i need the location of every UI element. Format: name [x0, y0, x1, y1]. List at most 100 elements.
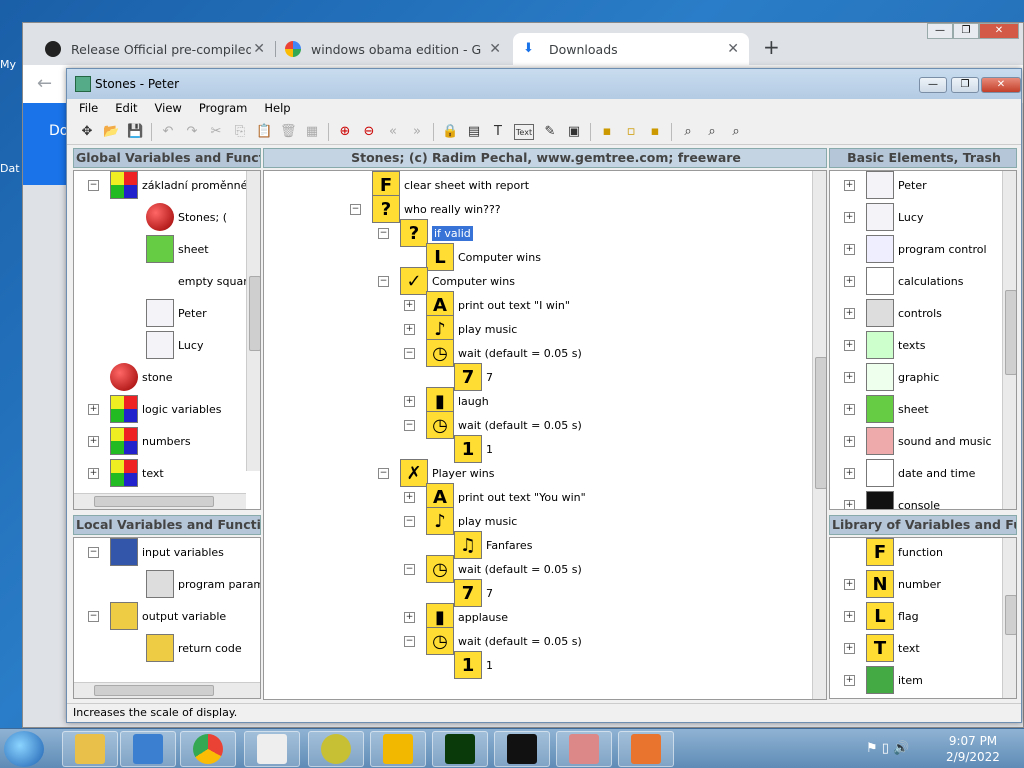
horizontal-scrollbar[interactable]: [74, 493, 246, 509]
expand-icon[interactable]: +: [404, 300, 415, 311]
menu-view[interactable]: View: [155, 99, 182, 119]
unlock-yellow-icon[interactable]: ▫: [623, 124, 639, 140]
close-icon[interactable]: ✕: [727, 41, 739, 57]
tree-item[interactable]: program parame: [146, 570, 260, 598]
tree-item[interactable]: text: [110, 459, 164, 487]
edit-picture-icon[interactable]: ✎: [542, 124, 558, 140]
collapse-icon[interactable]: −: [404, 420, 415, 431]
expand-icon[interactable]: +: [844, 180, 855, 191]
collapse-icon[interactable]: −: [404, 564, 415, 575]
cut-icon[interactable]: ✂: [208, 124, 224, 140]
browser-tab[interactable]: windows obama edition - Googl ✕: [275, 33, 511, 65]
tree-item[interactable]: Stones; (: [146, 203, 227, 231]
lock-yellow-icon[interactable]: ▪: [599, 124, 615, 140]
oscilloscope-taskbar-icon[interactable]: [432, 731, 488, 767]
collapse-icon[interactable]: −: [404, 636, 415, 647]
tree-item[interactable]: item: [866, 666, 923, 694]
horizontal-scrollbar[interactable]: [74, 682, 260, 698]
collapse-icon[interactable]: −: [350, 204, 361, 215]
system-tray[interactable]: ⚑ ▯ 🔊: [866, 741, 909, 756]
vertical-scrollbar[interactable]: [1002, 171, 1016, 509]
tree-item[interactable]: program control: [866, 235, 987, 263]
save-icon[interactable]: 💾: [127, 124, 143, 140]
tree-item[interactable]: Lucy: [146, 331, 203, 359]
picture-icon[interactable]: ▣: [566, 124, 582, 140]
collapse-icon[interactable]: −: [404, 348, 415, 359]
collapse-icon[interactable]: −: [88, 547, 99, 558]
expand-icon[interactable]: +: [404, 396, 415, 407]
menu-file[interactable]: File: [79, 99, 98, 119]
expand-icon[interactable]: +: [844, 436, 855, 447]
find-prev-icon[interactable]: ⌕: [704, 124, 720, 140]
scroll-thumb[interactable]: [1005, 594, 1016, 636]
tree-item[interactable]: empty squar: [146, 267, 248, 295]
scroll-thumb[interactable]: [815, 356, 826, 489]
zoom-in-icon[interactable]: ⊕: [337, 124, 353, 140]
vertical-scrollbar[interactable]: [812, 171, 826, 699]
scroll-thumb[interactable]: [94, 685, 214, 696]
maximize-button[interactable]: ❐: [951, 77, 979, 93]
tree-item[interactable]: date and time: [866, 459, 975, 487]
tree-item[interactable]: Ttext: [866, 634, 920, 662]
back-icon[interactable]: ←: [37, 73, 52, 94]
tree-item[interactable]: controls: [866, 299, 942, 327]
collapse-icon[interactable]: −: [88, 611, 99, 622]
tree-item[interactable]: console: [866, 491, 940, 509]
expand-icon[interactable]: +: [844, 611, 855, 622]
collapse-icon[interactable]: −: [378, 468, 389, 479]
chrome-taskbar-icon[interactable]: [180, 731, 236, 767]
rewind-icon[interactable]: «: [385, 124, 401, 140]
open-icon[interactable]: 📂: [103, 124, 119, 140]
expand-icon[interactable]: +: [844, 404, 855, 415]
lock-icon[interactable]: 🔒: [442, 124, 458, 140]
tree-item[interactable]: output variable: [110, 602, 226, 630]
text-edit-icon[interactable]: T: [490, 124, 506, 140]
scroll-thumb[interactable]: [1005, 290, 1016, 375]
new-icon[interactable]: ✥: [79, 124, 95, 140]
close-icon[interactable]: ✕: [489, 41, 501, 57]
collapse-icon[interactable]: −: [378, 276, 389, 287]
tree-item[interactable]: Nnumber: [866, 570, 941, 598]
number-taskbar-icon[interactable]: [618, 731, 674, 767]
tree-item[interactable]: sound and music: [866, 427, 992, 455]
zoom-out-icon[interactable]: ⊖: [361, 124, 377, 140]
find-next-icon[interactable]: ⌕: [728, 124, 744, 140]
expand-icon[interactable]: +: [844, 244, 855, 255]
tree-item[interactable]: numbers: [110, 427, 191, 455]
browser-tab[interactable]: Release Official pre-compiled ins ✕: [35, 33, 275, 65]
tree-item[interactable]: graphic: [866, 363, 939, 391]
copy-icon[interactable]: ⎘: [232, 124, 248, 140]
app-taskbar-icon[interactable]: [308, 731, 364, 767]
tree-item[interactable]: ◷ wait (default = 0.05 s): [426, 627, 582, 655]
tree-item[interactable]: Lflag: [866, 602, 919, 630]
minimize-button[interactable]: —: [927, 23, 953, 39]
vertical-scrollbar[interactable]: [246, 171, 260, 471]
tree-item[interactable]: Peter: [146, 299, 207, 327]
tree-item[interactable]: sheet: [866, 395, 929, 423]
select-icon[interactable]: ▦: [304, 124, 320, 140]
collapse-icon[interactable]: −: [378, 228, 389, 239]
expand-icon[interactable]: +: [844, 340, 855, 351]
forward-icon[interactable]: »: [409, 124, 425, 140]
peter-taskbar-icon[interactable]: [244, 731, 300, 767]
expand-icon[interactable]: +: [844, 308, 855, 319]
expand-icon[interactable]: +: [88, 436, 99, 447]
lock-all-icon[interactable]: ▪: [647, 124, 663, 140]
clock[interactable]: 9:07 PM 2/9/2022: [946, 733, 1000, 765]
tree-item[interactable]: základní proměnné a: [110, 171, 258, 199]
tree-item[interactable]: ◷ wait (default = 0.05 s): [426, 555, 582, 583]
cross-taskbar-icon[interactable]: [556, 731, 612, 767]
tree-item[interactable]: ◷ wait (default = 0.05 s): [426, 411, 582, 439]
expand-icon[interactable]: +: [844, 643, 855, 654]
collapse-icon[interactable]: −: [404, 516, 415, 527]
scroll-thumb[interactable]: [94, 496, 214, 507]
tree-item[interactable]: sheet: [146, 235, 209, 263]
tree-item[interactable]: stone: [110, 363, 173, 391]
scroll-thumb[interactable]: [249, 276, 260, 351]
expand-icon[interactable]: +: [844, 500, 855, 509]
media-taskbar-icon[interactable]: [120, 731, 176, 767]
tree-item[interactable]: texts: [866, 331, 925, 359]
vertical-scrollbar[interactable]: [1002, 538, 1016, 698]
redo-icon[interactable]: ↷: [184, 124, 200, 140]
menu-help[interactable]: Help: [264, 99, 290, 119]
